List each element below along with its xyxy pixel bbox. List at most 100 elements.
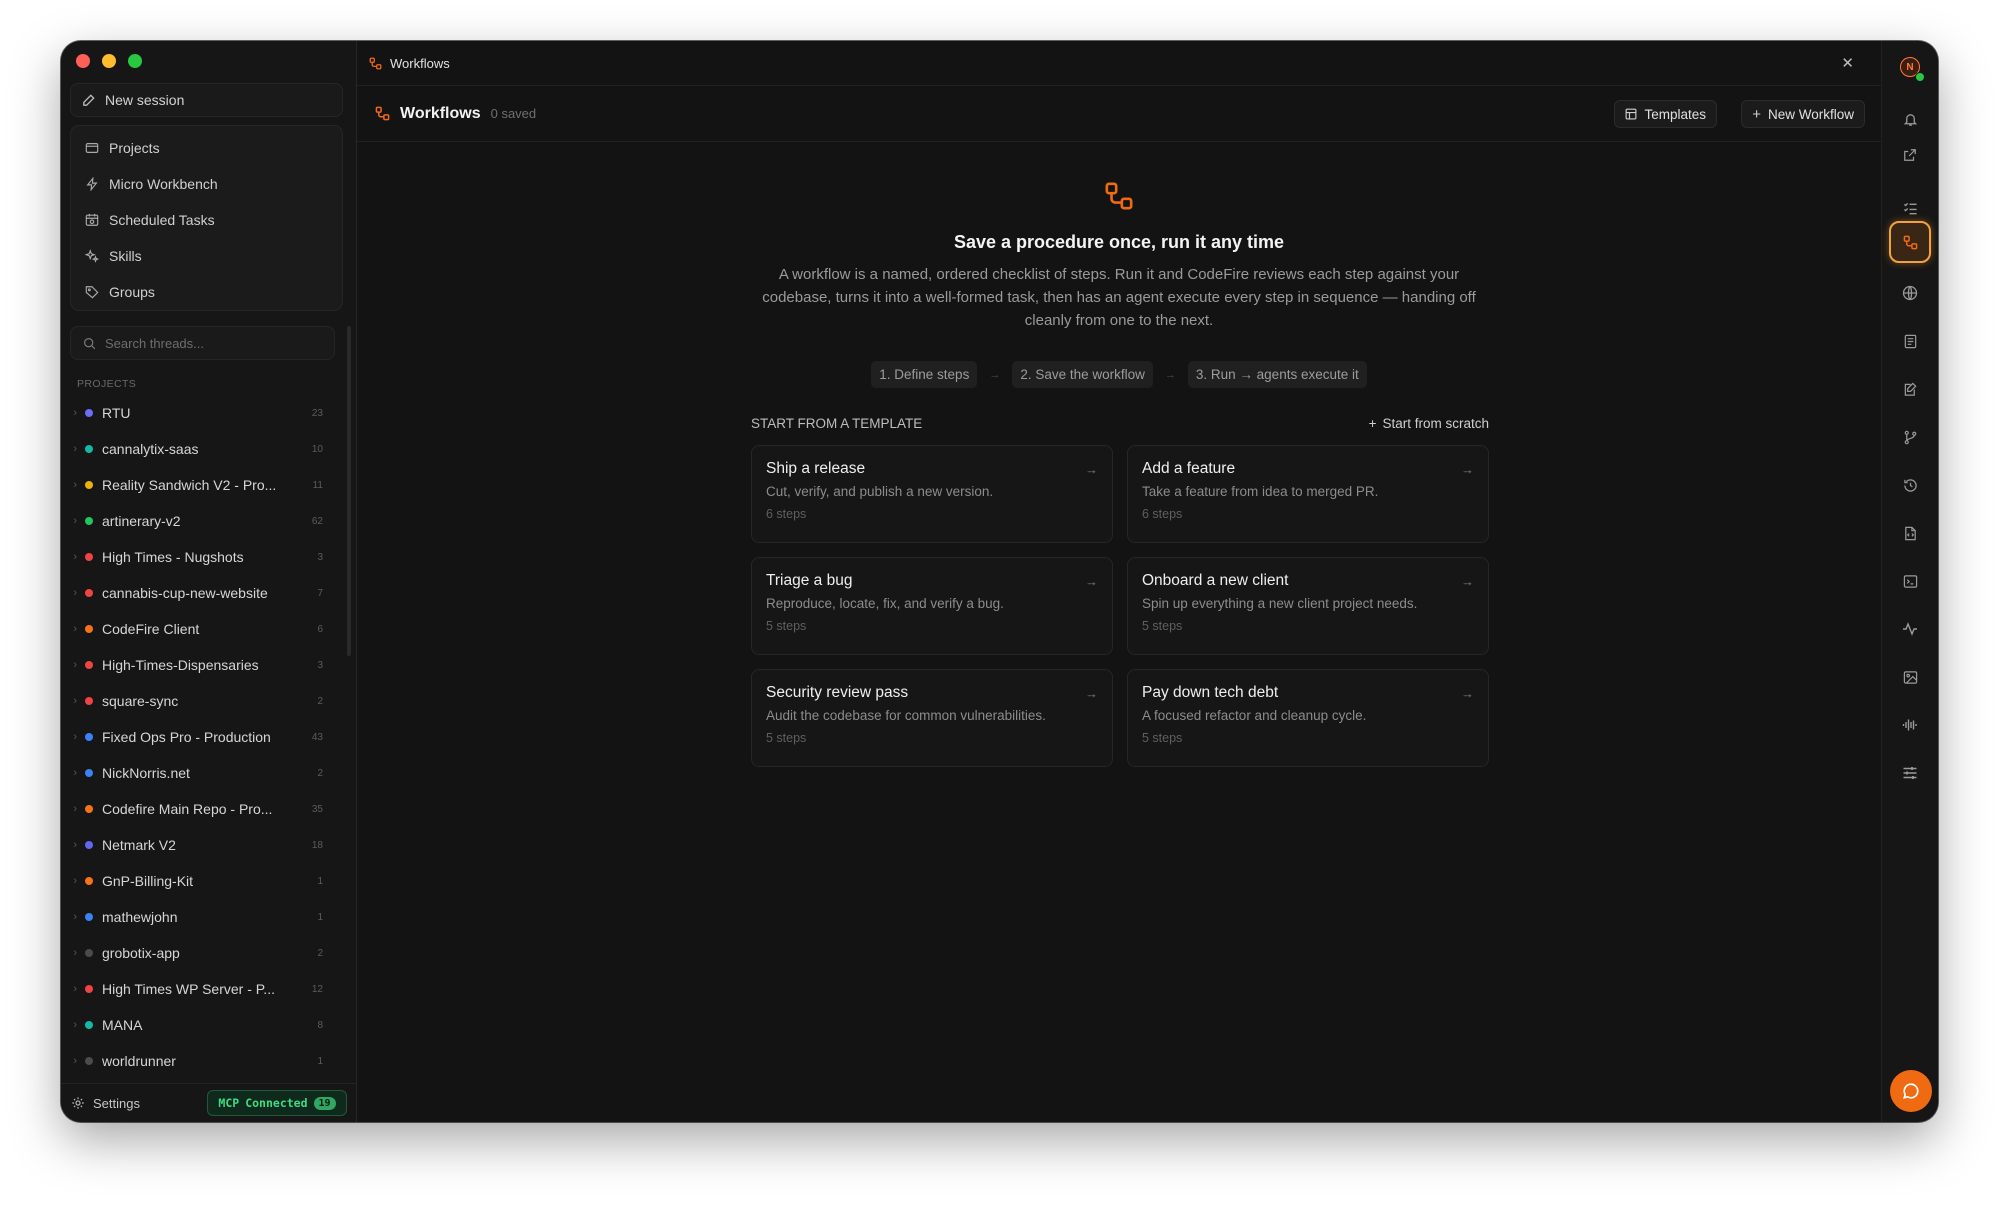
template-card[interactable]: Security review pass Audit the codebase f… (751, 669, 1113, 767)
thread-count: 7 (317, 587, 323, 599)
project-item[interactable]: › GnP-Billing-Kit 1 (61, 863, 323, 899)
sliders-icon[interactable] (1897, 760, 1923, 786)
chevron-right-icon[interactable]: › (61, 587, 85, 599)
nav-item-micro-workbench[interactable]: Micro Workbench (71, 166, 342, 202)
chevron-right-icon[interactable]: › (61, 1055, 85, 1067)
chevron-right-icon[interactable]: › (61, 407, 85, 419)
notes-edit-icon[interactable] (1897, 376, 1923, 402)
project-item[interactable]: › Netmark V2 18 (61, 827, 323, 863)
external-link-icon[interactable] (1897, 142, 1923, 168)
project-name: NickNorris.net (102, 765, 190, 781)
git-branch-icon[interactable] (1897, 424, 1923, 450)
template-title: Pay down tech debt (1142, 684, 1279, 701)
tab-workflows[interactable]: Workflows (369, 56, 450, 71)
document-icon[interactable] (1897, 328, 1923, 354)
project-item[interactable]: › grobotix-app 2 (61, 935, 323, 971)
project-item[interactable]: › RTU 23 (61, 395, 323, 431)
project-item[interactable]: › cannabis-cup-new-website 7 (61, 575, 323, 611)
chevron-right-icon[interactable]: › (61, 803, 85, 815)
terminal-icon[interactable] (1897, 568, 1923, 594)
step-run: 3. Run → agents execute it (1187, 361, 1367, 388)
chevron-right-icon[interactable]: › (61, 623, 85, 635)
project-item[interactable]: › Fixed Ops Pro - Production 43 (61, 719, 323, 755)
project-item[interactable]: › Codefire Main Repo - Pro... 35 (61, 791, 323, 827)
chevron-right-icon[interactable]: › (61, 875, 85, 887)
chevron-right-icon[interactable]: › (61, 1019, 85, 1031)
new-workflow-button[interactable]: + New Workflow (1741, 100, 1865, 128)
mcp-status-badge[interactable]: MCP Connected 19 (207, 1090, 347, 1116)
chevron-right-icon[interactable]: › (61, 839, 85, 851)
chevron-right-icon[interactable]: › (61, 947, 85, 959)
chevron-right-icon[interactable]: › (61, 695, 85, 707)
code-file-icon[interactable] (1897, 520, 1923, 546)
history-icon[interactable] (1897, 472, 1923, 498)
template-card[interactable]: Pay down tech debt A focused refactor and… (1127, 669, 1489, 767)
template-card[interactable]: Add a feature Take a feature from idea to… (1127, 445, 1489, 543)
audio-waveform-icon[interactable] (1897, 712, 1923, 738)
project-color-dot (85, 985, 93, 993)
template-title: Security review pass (766, 684, 909, 701)
sparkle-icon (85, 249, 99, 263)
main-panel: Workflows ✕ Workflows 0 saved Templates … (357, 41, 1881, 1122)
chevron-right-icon[interactable]: › (61, 443, 85, 455)
search-threads[interactable]: Search threads... (70, 326, 335, 360)
template-title: Add a feature (1142, 460, 1236, 477)
mcp-count: 19 (313, 1096, 336, 1110)
template-card[interactable]: Onboard a new client Spin up everything a… (1127, 557, 1489, 655)
globe-icon[interactable] (1897, 280, 1923, 306)
project-name: cannalytix-saas (102, 441, 199, 457)
chat-button[interactable] (1890, 1070, 1932, 1112)
thread-count: 12 (311, 983, 323, 995)
project-item[interactable]: › worldrunner 1 (61, 1043, 323, 1079)
project-color-dot (85, 913, 93, 921)
project-item[interactable]: › Reality Sandwich V2 - Pro... 11 (61, 467, 323, 503)
project-item[interactable]: › square-sync 2 (61, 683, 323, 719)
activity-icon[interactable] (1897, 616, 1923, 642)
settings-button[interactable]: Settings (71, 1096, 140, 1111)
minimize-window-button[interactable] (102, 54, 116, 68)
project-item[interactable]: › cannalytix-saas 10 (61, 431, 323, 467)
nav-item-skills[interactable]: Skills (71, 238, 342, 274)
project-item[interactable]: › High Times - Nugshots 3 (61, 539, 323, 575)
sidebar-scrollbar[interactable] (347, 326, 351, 656)
close-tab-icon[interactable]: ✕ (1841, 54, 1854, 72)
project-item[interactable]: › CodeFire Client 6 (61, 611, 323, 647)
template-card[interactable]: Ship a release Cut, verify, and publish a… (751, 445, 1113, 543)
chevron-right-icon[interactable]: › (61, 659, 85, 671)
start-from-scratch-button[interactable]: + Start from scratch (1369, 416, 1489, 431)
project-name: artinerary-v2 (102, 513, 181, 529)
maximize-window-button[interactable] (128, 54, 142, 68)
templates-section-header: START FROM A TEMPLATE + Start from scrat… (751, 416, 1489, 431)
project-item[interactable]: › artinerary-v2 62 (61, 503, 323, 539)
chevron-right-icon[interactable]: › (61, 731, 85, 743)
project-name: MANA (102, 1017, 143, 1033)
project-item[interactable]: › mathewjohn 1 (61, 899, 323, 935)
project-color-dot (85, 589, 93, 597)
thread-count: 2 (317, 947, 323, 959)
sidebar-footer: Settings MCP Connected 19 (61, 1083, 356, 1122)
workflows-rail-button[interactable] (1889, 221, 1931, 263)
nav-item-projects[interactable]: Projects (71, 130, 342, 166)
new-session-button[interactable]: New session (70, 83, 343, 117)
chevron-right-icon[interactable]: › (61, 767, 85, 779)
nav-item-groups[interactable]: Groups (71, 274, 342, 310)
chevron-right-icon[interactable]: › (61, 479, 85, 491)
project-item[interactable]: › High Times WP Server - P... 12 (61, 971, 323, 1007)
project-item[interactable]: › NickNorris.net 2 (61, 755, 323, 791)
chevron-right-icon[interactable]: › (61, 551, 85, 563)
chevron-right-icon[interactable]: › (61, 911, 85, 923)
arrow-right-icon: → (1085, 462, 1098, 477)
close-window-button[interactable] (76, 54, 90, 68)
image-icon[interactable] (1897, 664, 1923, 690)
project-item[interactable]: › MANA 8 (61, 1007, 323, 1043)
checklist-icon[interactable] (1897, 195, 1923, 221)
bell-icon[interactable] (1897, 106, 1923, 132)
hero-description: A workflow is a named, ordered checklist… (762, 266, 1476, 329)
chevron-right-icon[interactable]: › (61, 983, 85, 995)
chevron-right-icon[interactable]: › (61, 515, 85, 527)
template-step-count: 5 steps (766, 731, 807, 745)
project-item[interactable]: › High-Times-Dispensaries 3 (61, 647, 323, 683)
template-card[interactable]: Triage a bug Reproduce, locate, fix, and … (751, 557, 1113, 655)
nav-item-scheduled-tasks[interactable]: Scheduled Tasks (71, 202, 342, 238)
templates-button[interactable]: Templates (1614, 100, 1717, 128)
